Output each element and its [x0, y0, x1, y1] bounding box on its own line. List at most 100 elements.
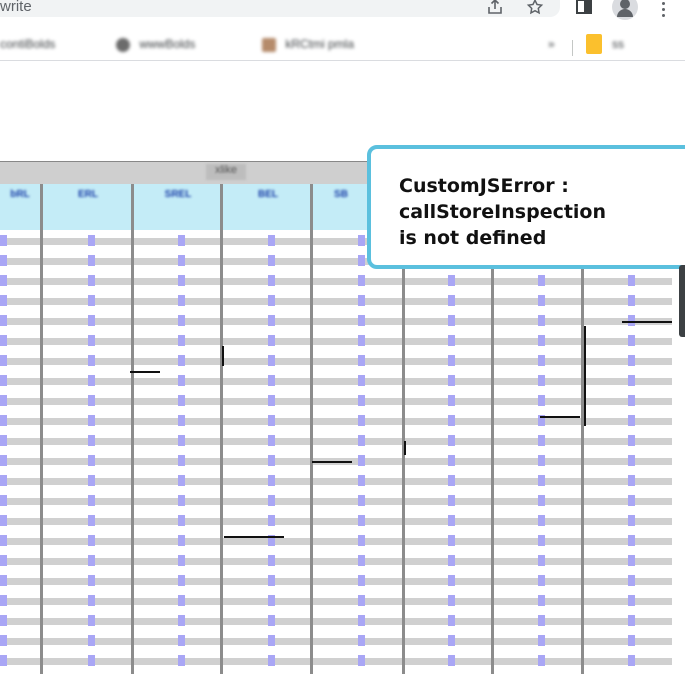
- cell-marker: [88, 475, 95, 486]
- cell-marker: [448, 555, 455, 566]
- cell-marker: [88, 515, 95, 526]
- table-row[interactable]: [0, 633, 672, 649]
- cell-marker: [358, 375, 365, 386]
- gear-icon: [116, 37, 130, 52]
- bookmark-item[interactable]: kRCtmi pmla: [262, 34, 354, 54]
- bookmark-item[interactable]: contiBolds: [0, 34, 55, 54]
- table-row[interactable]: [0, 333, 672, 349]
- cell-marker: [88, 235, 95, 246]
- table-row[interactable]: [0, 393, 672, 409]
- row-stripe: [0, 498, 672, 505]
- cell-marker: [88, 455, 95, 466]
- star-icon[interactable]: [524, 0, 546, 18]
- cell-marker: [178, 275, 185, 286]
- cell-marker: [448, 495, 455, 506]
- table-row[interactable]: [0, 573, 672, 589]
- bookmark-item[interactable]: ss: [612, 34, 624, 54]
- cell-marker: [358, 435, 365, 446]
- column-header[interactable]: BEL: [226, 188, 310, 226]
- cell-marker: [448, 315, 455, 326]
- cell-border-fragment: [584, 326, 586, 426]
- cell-marker: [358, 235, 365, 246]
- bookmark-item[interactable]: wwwBolds: [116, 34, 195, 54]
- cell-marker: [0, 495, 7, 506]
- cell-marker: [0, 435, 7, 446]
- cell-marker: [538, 395, 545, 406]
- cell-marker: [0, 455, 7, 466]
- avatar-body: [617, 9, 633, 17]
- error-toast[interactable]: CustomJSError : callStoreInspection is n…: [367, 145, 685, 269]
- cell-marker: [178, 595, 185, 606]
- cell-marker: [268, 655, 275, 666]
- table-row[interactable]: [0, 613, 672, 629]
- cell-border-fragment: [222, 346, 224, 366]
- cell-marker: [628, 495, 635, 506]
- cell-marker: [0, 315, 7, 326]
- table-row[interactable]: [0, 533, 672, 549]
- table-row[interactable]: [0, 473, 672, 489]
- table-row[interactable]: [0, 653, 672, 669]
- address-bar[interactable]: write: [0, 0, 560, 17]
- cell-marker: [88, 535, 95, 546]
- cell-marker: [538, 295, 545, 306]
- table-row[interactable]: [0, 553, 672, 569]
- image-favicon: [262, 37, 276, 52]
- cell-marker: [538, 535, 545, 546]
- cell-marker: [268, 335, 275, 346]
- cell-marker: [0, 635, 7, 646]
- folder-icon[interactable]: [586, 34, 602, 54]
- cell-marker: [358, 515, 365, 526]
- table-row[interactable]: [0, 493, 672, 509]
- table-row[interactable]: [0, 353, 672, 369]
- cell-marker: [628, 355, 635, 366]
- cell-border-fragment: [312, 461, 352, 463]
- cell-marker: [268, 555, 275, 566]
- cell-marker: [448, 515, 455, 526]
- cell-marker: [178, 635, 185, 646]
- table-row[interactable]: [0, 273, 672, 289]
- row-stripe: [0, 518, 672, 525]
- menu-icon[interactable]: [662, 2, 666, 20]
- cell-marker: [268, 455, 275, 466]
- column-header[interactable]: SREL: [138, 188, 218, 226]
- sidepanel-icon[interactable]: [573, 0, 595, 18]
- row-stripe: [0, 278, 672, 285]
- cell-marker: [358, 475, 365, 486]
- share-icon[interactable]: [484, 0, 506, 18]
- cell-marker: [628, 395, 635, 406]
- cell-marker: [538, 335, 545, 346]
- cell-marker: [88, 655, 95, 666]
- cell-marker: [358, 415, 365, 426]
- column-header[interactable]: SB: [316, 188, 366, 226]
- cell-marker: [448, 575, 455, 586]
- cell-marker: [178, 475, 185, 486]
- table-row[interactable]: [0, 513, 672, 529]
- cell-marker: [358, 275, 365, 286]
- column-divider: [131, 184, 134, 674]
- cell-marker: [628, 515, 635, 526]
- cell-marker: [178, 255, 185, 266]
- cell-marker: [538, 495, 545, 506]
- cell-marker: [0, 235, 7, 246]
- table-row[interactable]: [0, 373, 672, 389]
- scrollbar-thumb[interactable]: [679, 265, 685, 337]
- error-function-name: callStoreInspection: [399, 201, 607, 223]
- cell-marker: [538, 315, 545, 326]
- bookmark-overflow-icon[interactable]: »: [548, 34, 555, 54]
- table-row[interactable]: [0, 593, 672, 609]
- cell-marker: [358, 395, 365, 406]
- cell-marker: [178, 415, 185, 426]
- cell-marker: [88, 375, 95, 386]
- cell-marker: [538, 555, 545, 566]
- table-row[interactable]: [0, 433, 672, 449]
- address-bar-text: write: [0, 0, 32, 15]
- column-header[interactable]: ERL: [46, 188, 130, 226]
- profile-icon[interactable]: [612, 0, 638, 20]
- column-header[interactable]: bRL: [0, 188, 40, 226]
- table-row[interactable]: [0, 313, 672, 329]
- row-stripe: [0, 658, 672, 665]
- cell-marker: [178, 535, 185, 546]
- cell-marker: [628, 295, 635, 306]
- table-row[interactable]: [0, 293, 672, 309]
- cell-marker: [178, 575, 185, 586]
